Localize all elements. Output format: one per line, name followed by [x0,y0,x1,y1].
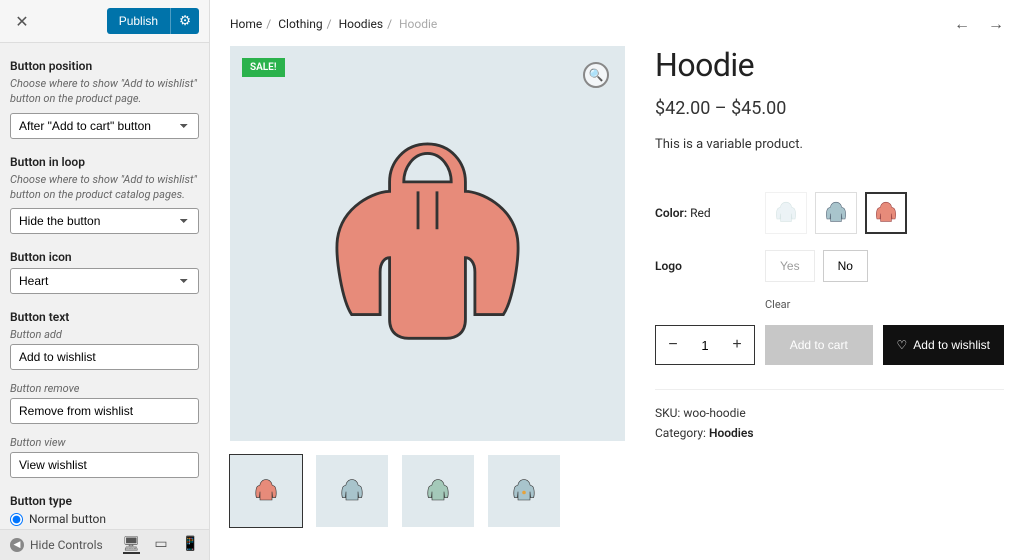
product-price: $42.00 – $45.00 [655,98,1004,119]
collapse-icon: ◀ [10,538,24,552]
zoom-icon[interactable]: 🔍 [583,62,609,88]
next-product-icon[interactable]: → [988,14,1004,34]
breadcrumb-clothing[interactable]: Clothing [278,17,322,31]
color-swatch-red[interactable] [865,192,907,234]
publish-button[interactable]: Publish [107,8,170,34]
customizer-sidebar: ✕ Publish ⚙ Button position Choose where… [0,0,210,560]
button-loop-select[interactable]: Hide the button [10,208,199,234]
breadcrumb: Home/ Clothing/ Hoodies/ Hoodie [230,17,437,31]
section-button-type-title: Button type [10,494,199,508]
section-button-position-desc: Choose where to show "Add to wishlist" b… [10,77,199,107]
thumbnail-3[interactable] [402,455,474,527]
gear-icon[interactable]: ⚙ [170,8,199,34]
breadcrumb-hoodies[interactable]: Hoodies [339,17,384,31]
logo-label: Logo [655,259,765,273]
sidebar-footer: ◀ Hide Controls 🖥 ▭ 📱 [0,529,209,560]
product-gallery: SALE! 🔍 [230,46,625,527]
hide-controls-button[interactable]: ◀ Hide Controls [10,538,103,552]
qty-input[interactable] [690,326,720,364]
button-add-input[interactable] [10,344,199,370]
mobile-icon[interactable]: 📱 [182,536,199,554]
clear-variations-link[interactable]: Clear [765,298,1004,311]
main-product-image[interactable]: SALE! 🔍 [230,46,625,441]
breadcrumb-home[interactable]: Home [230,17,262,31]
quantity-stepper[interactable]: − + [655,325,755,365]
product-details: Hoodie $42.00 – $45.00 This is a variabl… [655,46,1004,527]
qty-minus-button[interactable]: − [656,326,690,364]
section-button-text-title: Button text [10,310,199,324]
section-button-position-title: Button position [10,59,199,73]
desktop-icon[interactable]: 🖥 [123,536,141,554]
prev-product-icon[interactable]: ← [954,14,970,34]
section-button-loop-desc: Choose where to show "Add to wishlist" b… [10,173,199,203]
label-button-add: Button add [10,328,199,341]
category-row: Category: Hoodies [655,426,1004,440]
product-title: Hoodie [655,46,1004,84]
heart-icon: ♡ [897,338,908,352]
section-button-loop-title: Button in loop [10,155,199,169]
button-view-input[interactable] [10,452,199,478]
thumbnail-4[interactable] [488,455,560,527]
preview-pane: Home/ Clothing/ Hoodies/ Hoodie ← → SALE… [210,0,1024,560]
button-remove-input[interactable] [10,398,199,424]
sidebar-header: ✕ Publish ⚙ [0,0,209,43]
section-button-icon-title: Button icon [10,250,199,264]
label-button-remove: Button remove [10,382,199,395]
button-icon-select[interactable]: Heart [10,268,199,294]
qty-plus-button[interactable]: + [720,326,754,364]
color-swatch-blue[interactable] [765,192,807,234]
label-button-view: Button view [10,436,199,449]
tablet-icon[interactable]: ▭ [154,536,167,554]
category-link[interactable]: Hoodies [709,426,754,440]
button-position-select[interactable]: After "Add to cart" button [10,113,199,139]
radio-normal-button[interactable]: Normal button [10,512,199,526]
breadcrumb-current: Hoodie [399,17,437,31]
thumbnail-1[interactable] [230,455,302,527]
logo-option-no[interactable]: No [823,250,868,282]
divider [655,389,1004,390]
logo-option-yes[interactable]: Yes [765,250,815,282]
thumbnail-2[interactable] [316,455,388,527]
hoodie-illustration [309,125,546,362]
close-icon[interactable]: ✕ [10,9,34,33]
add-to-cart-button[interactable]: Add to cart [765,325,873,365]
sku-row: SKU: woo-hoodie [655,406,1004,420]
color-label: Color: Red [655,206,765,220]
product-description: This is a variable product. [655,137,1004,152]
color-swatch-green[interactable] [815,192,857,234]
add-to-wishlist-button[interactable]: ♡ Add to wishlist [883,325,1004,365]
sale-badge: SALE! [242,58,285,77]
